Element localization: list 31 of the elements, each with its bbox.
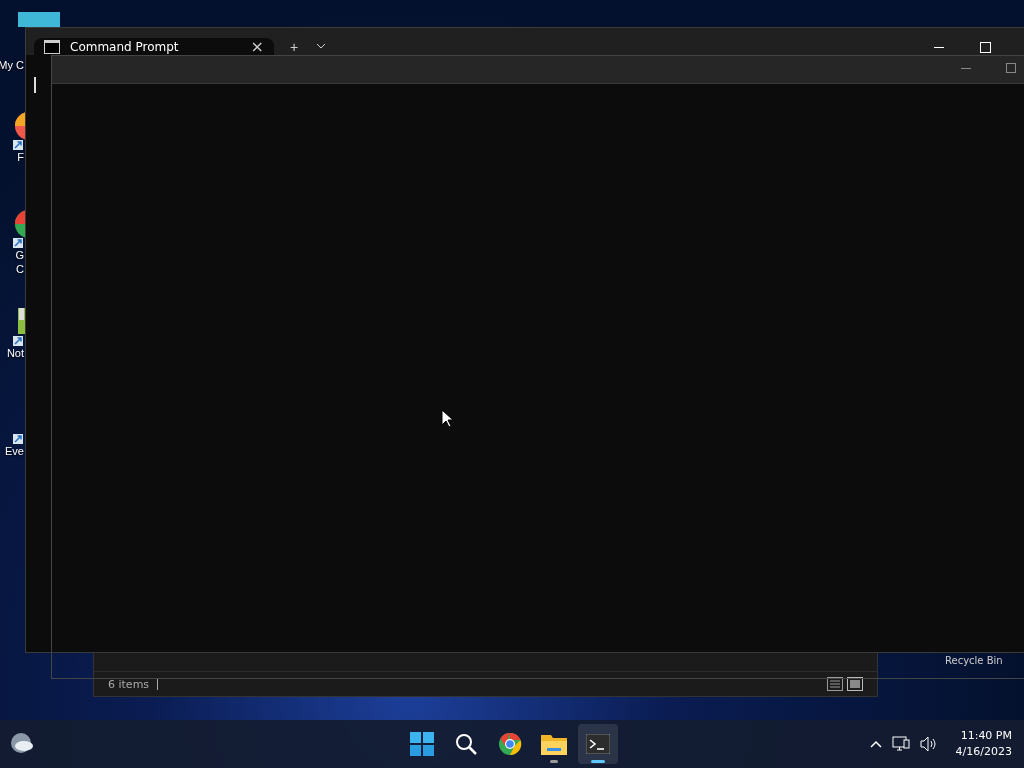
chevron-up-icon[interactable] (869, 740, 882, 748)
details-view-icon[interactable] (827, 677, 843, 691)
dropdown-caret-icon[interactable] (316, 43, 327, 49)
command-prompt-icon (44, 39, 60, 54)
browser-icon (498, 732, 522, 756)
mouse-pointer-icon (441, 409, 453, 428)
clock-date[interactable]: 4/16/2023 (955, 744, 1012, 760)
desktop-icon-label: My C (0, 58, 25, 72)
close-tab-button[interactable]: × (250, 37, 264, 56)
desktop-icon-label: G (15, 248, 25, 262)
speaker-icon[interactable] (919, 736, 938, 752)
notepad-shortcut-icon[interactable] (13, 306, 25, 346)
windows-start-icon (410, 732, 434, 756)
tiles-view-icon[interactable] (847, 677, 863, 691)
taskbar-app-button[interactable] (578, 724, 618, 764)
folder-icon (541, 733, 567, 755)
item-count: 6 items (108, 677, 150, 691)
weather-icon[interactable] (10, 732, 34, 754)
terminal-tab[interactable]: Command Prompt × (34, 38, 274, 55)
terminal-icon (586, 734, 610, 754)
network-icon[interactable] (891, 736, 910, 752)
desktop-icon-label: Not (6, 346, 25, 360)
desktop-icon-label: F (17, 150, 25, 164)
text-cursor (34, 77, 36, 93)
minimize-icon[interactable] (934, 47, 944, 49)
new-tab-button[interactable]: + (286, 38, 303, 55)
desktop-icon-label: C (16, 262, 25, 276)
clock-time[interactable]: 11:40 PM (960, 728, 1012, 744)
search-icon (454, 732, 478, 756)
desktop-icon-label: Eve (5, 444, 25, 458)
desktop-icon-label: Recycle Bin (945, 655, 1003, 666)
